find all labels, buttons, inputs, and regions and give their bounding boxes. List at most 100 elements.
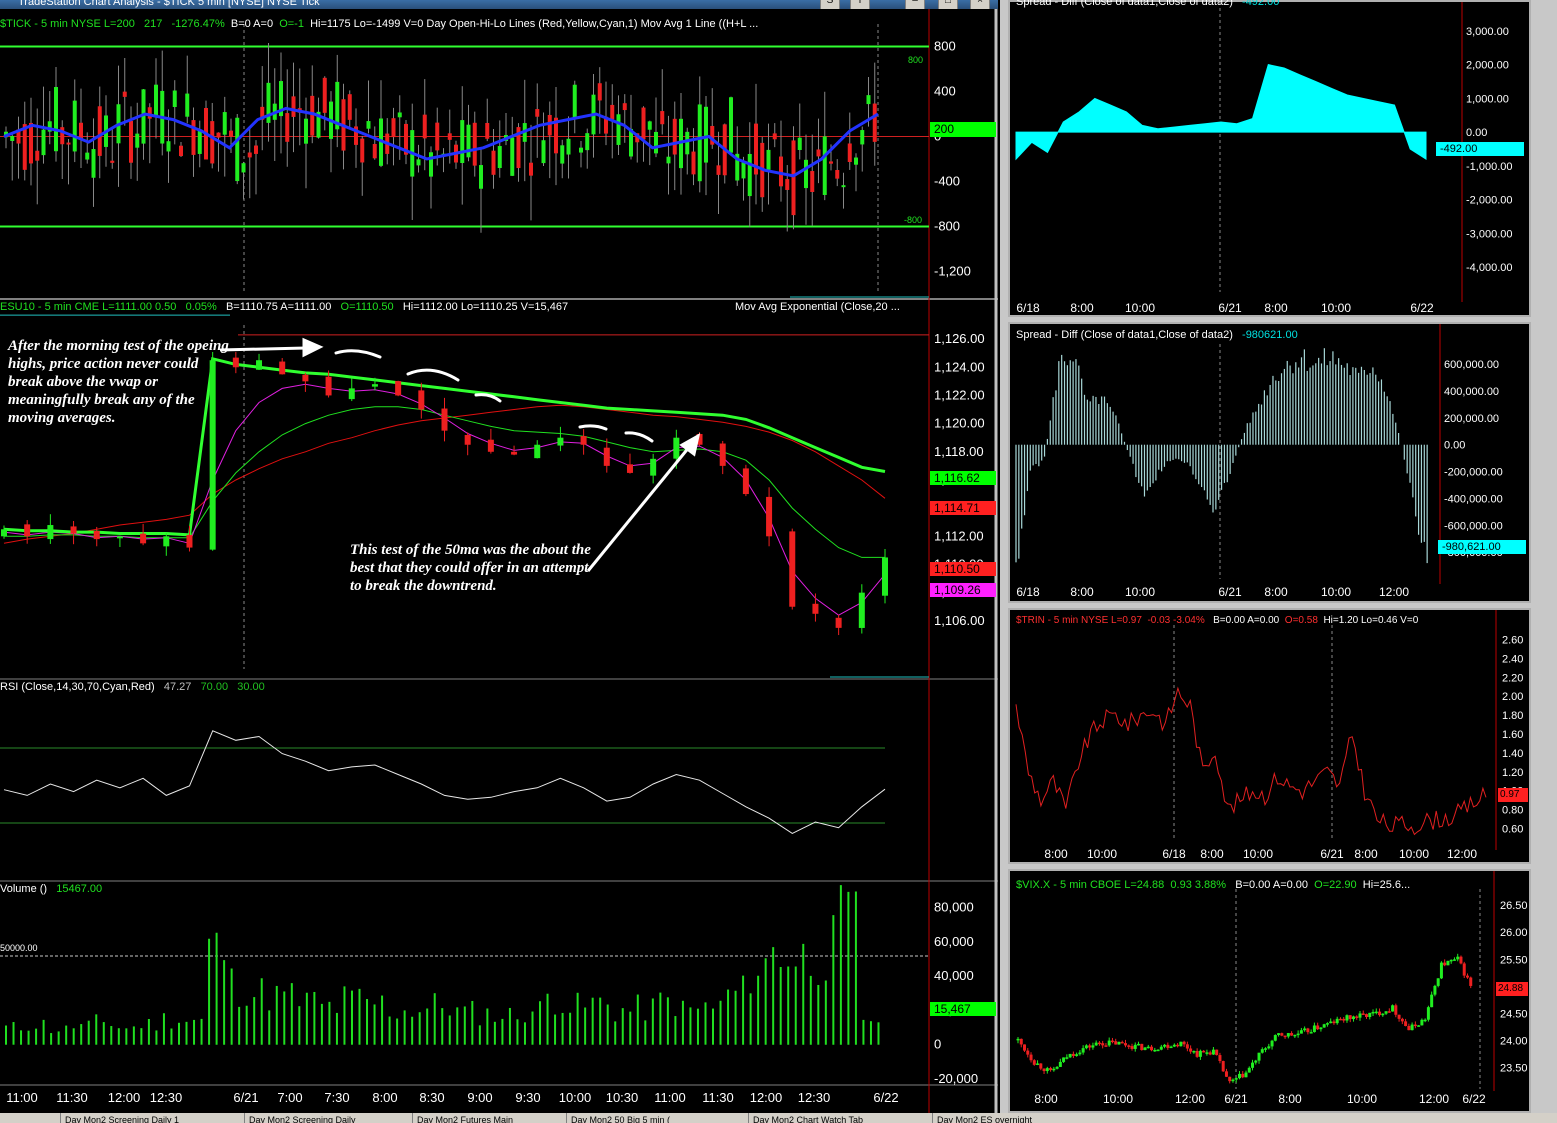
trin-header-change: -0.03 -3.04%	[1147, 615, 1205, 626]
tick-candle	[254, 145, 258, 154]
vix-panel[interactable]: 26.5026.0025.5025.0024.5024.0023.508:001…	[1008, 869, 1531, 1113]
workspace-tab[interactable]: Day Mon2 Futures Main	[412, 1113, 587, 1123]
vix-candle	[1283, 1035, 1287, 1038]
volume-axis-label: -20,000	[934, 1071, 978, 1086]
vix-candle	[1400, 1018, 1404, 1022]
spread2-panel[interactable]: 600,000.00 400,000.00 200,000.00 0.00 -200,0…	[1008, 322, 1531, 603]
spread1-axis-label: -4,000.00	[1466, 262, 1512, 274]
workspace-tab[interactable]: Day Mon2 Screening Daily	[244, 1113, 419, 1123]
time-axis-label: 11:30	[702, 1090, 734, 1105]
tick-header: $TICK - 5 min NYSE L=200 217 -1276.47% B…	[0, 18, 758, 30]
tick-candle	[216, 132, 221, 138]
vix-candle	[1133, 1044, 1137, 1049]
workspace-tab[interactable]: Day Mon2 Chart Watch Tab	[748, 1113, 923, 1123]
es-candle	[1, 529, 7, 537]
vix-candle	[1117, 1041, 1121, 1045]
tick-header-symbol: $TICK - 5 min NYSE L=200	[0, 18, 135, 30]
tick-axis-label: 800	[934, 39, 956, 54]
volume-badge: 15,467	[930, 1002, 996, 1016]
vix-candle	[1254, 1060, 1258, 1063]
workspace-tab[interactable]: Day Mon2 Screening Daily 1	[60, 1113, 235, 1123]
vix-candle	[1068, 1053, 1072, 1058]
tick-candle	[529, 162, 533, 176]
tick-line-label-bottom: -800	[904, 215, 923, 225]
vix-candle	[1267, 1046, 1271, 1049]
vix-header-open: O=22.90	[1314, 879, 1357, 891]
vix-candle	[1436, 978, 1440, 986]
es-candle	[163, 536, 170, 547]
es-axis-label: 1,122.00	[934, 387, 985, 402]
vix-candle	[1443, 962, 1447, 966]
vix-candle	[1221, 1061, 1225, 1072]
vix-candle	[1286, 1033, 1290, 1037]
vix-candle	[1140, 1043, 1144, 1051]
vix-header: $VIX.X - 5 min CBOE L=24.88 0.93 3.88% B…	[1016, 879, 1410, 891]
es-axis-label: 1,126.00	[934, 331, 985, 346]
vix-candle	[1293, 1034, 1297, 1037]
minimize-icon[interactable]: –	[905, 0, 925, 9]
vix-candle	[1120, 1041, 1124, 1044]
trin-time-label: 8:00	[1200, 847, 1224, 861]
tick-candle	[397, 112, 402, 118]
spread1-axis-label: -1,000.00	[1466, 161, 1512, 173]
tick-candle	[797, 137, 802, 150]
rsi-header-label: RSI (Close,14,30,70,Cyan,Red)	[0, 681, 155, 693]
tick-candle	[729, 97, 733, 153]
spread1-badge: -492.00	[1436, 142, 1524, 156]
vix-candle	[1234, 1078, 1238, 1080]
tick-candle	[785, 179, 790, 190]
window-title: TradeStation Chart Analysis - $TICK 5 mi…	[18, 0, 320, 8]
vix-candle	[1244, 1072, 1248, 1078]
s-button[interactable]: S	[820, 0, 840, 9]
tick-candle	[322, 77, 327, 113]
vix-candle	[1104, 1045, 1108, 1047]
tick-candle	[366, 121, 371, 129]
vix-candle	[1384, 1011, 1388, 1014]
tick-candle	[697, 104, 702, 182]
tick-candle	[222, 112, 227, 135]
tick-candle	[304, 118, 308, 144]
vix-candle	[1446, 960, 1450, 966]
tick-axis-label: -400	[934, 174, 960, 189]
es-candle	[186, 534, 193, 548]
workspace-tab[interactable]: Day Mon2 50 Big 5 min (	[566, 1113, 741, 1123]
es-badge-red: 1,114.71	[930, 501, 996, 515]
vix-candle	[1192, 1050, 1196, 1053]
vix-candle	[1430, 994, 1434, 1008]
vix-candle	[1325, 1023, 1329, 1025]
es-candle	[626, 464, 633, 473]
spread2-value: -980621.00	[1242, 329, 1298, 341]
vix-candle	[1355, 1016, 1359, 1018]
trin-axis-label: 0.60	[1502, 824, 1523, 836]
info-button[interactable]: i	[850, 0, 870, 9]
volume-header-label: Volume ()	[0, 883, 48, 895]
tick-candle	[779, 156, 783, 187]
tick-candle	[85, 152, 90, 160]
es-candle	[232, 357, 239, 368]
es-candle	[418, 390, 425, 410]
tick-candle	[766, 149, 771, 170]
tick-candle	[66, 142, 71, 145]
tick-candle	[235, 117, 240, 182]
trin-axis-label: 1.40	[1502, 748, 1523, 760]
es-candle	[812, 603, 819, 614]
workspace-tab[interactable]: Day Mon2 ES overnight	[932, 1113, 1107, 1123]
trin-panel[interactable]: 2.602.402.202.001.801.601.401.201.000.80…	[1008, 608, 1531, 864]
vix-candle	[1097, 1042, 1101, 1045]
trin-header-rest: B=0.00 A=0.00	[1213, 615, 1280, 626]
spread2-time-label: 6/18	[1016, 585, 1040, 599]
vix-candle	[1410, 1024, 1414, 1031]
restore-icon[interactable]: □	[938, 0, 958, 9]
spread1-panel[interactable]: 3,000.00 2,000.00 1,000.00 0.00 -1,000.00 -2,…	[1008, 0, 1531, 317]
tick-candle	[347, 94, 352, 120]
vix-candle	[1365, 1014, 1369, 1018]
tick-candle	[622, 103, 627, 111]
close-icon[interactable]: ×	[970, 0, 990, 9]
trin-axis-label: 2.20	[1502, 672, 1523, 684]
vix-candle	[1150, 1046, 1154, 1051]
tick-candle	[391, 118, 396, 138]
es-badge-last: 1,110.50	[930, 562, 996, 576]
trin-badge: 0.97	[1498, 788, 1528, 802]
vix-header-change: 0.93 3.88%	[1170, 879, 1227, 891]
vix-candle	[1169, 1046, 1173, 1049]
